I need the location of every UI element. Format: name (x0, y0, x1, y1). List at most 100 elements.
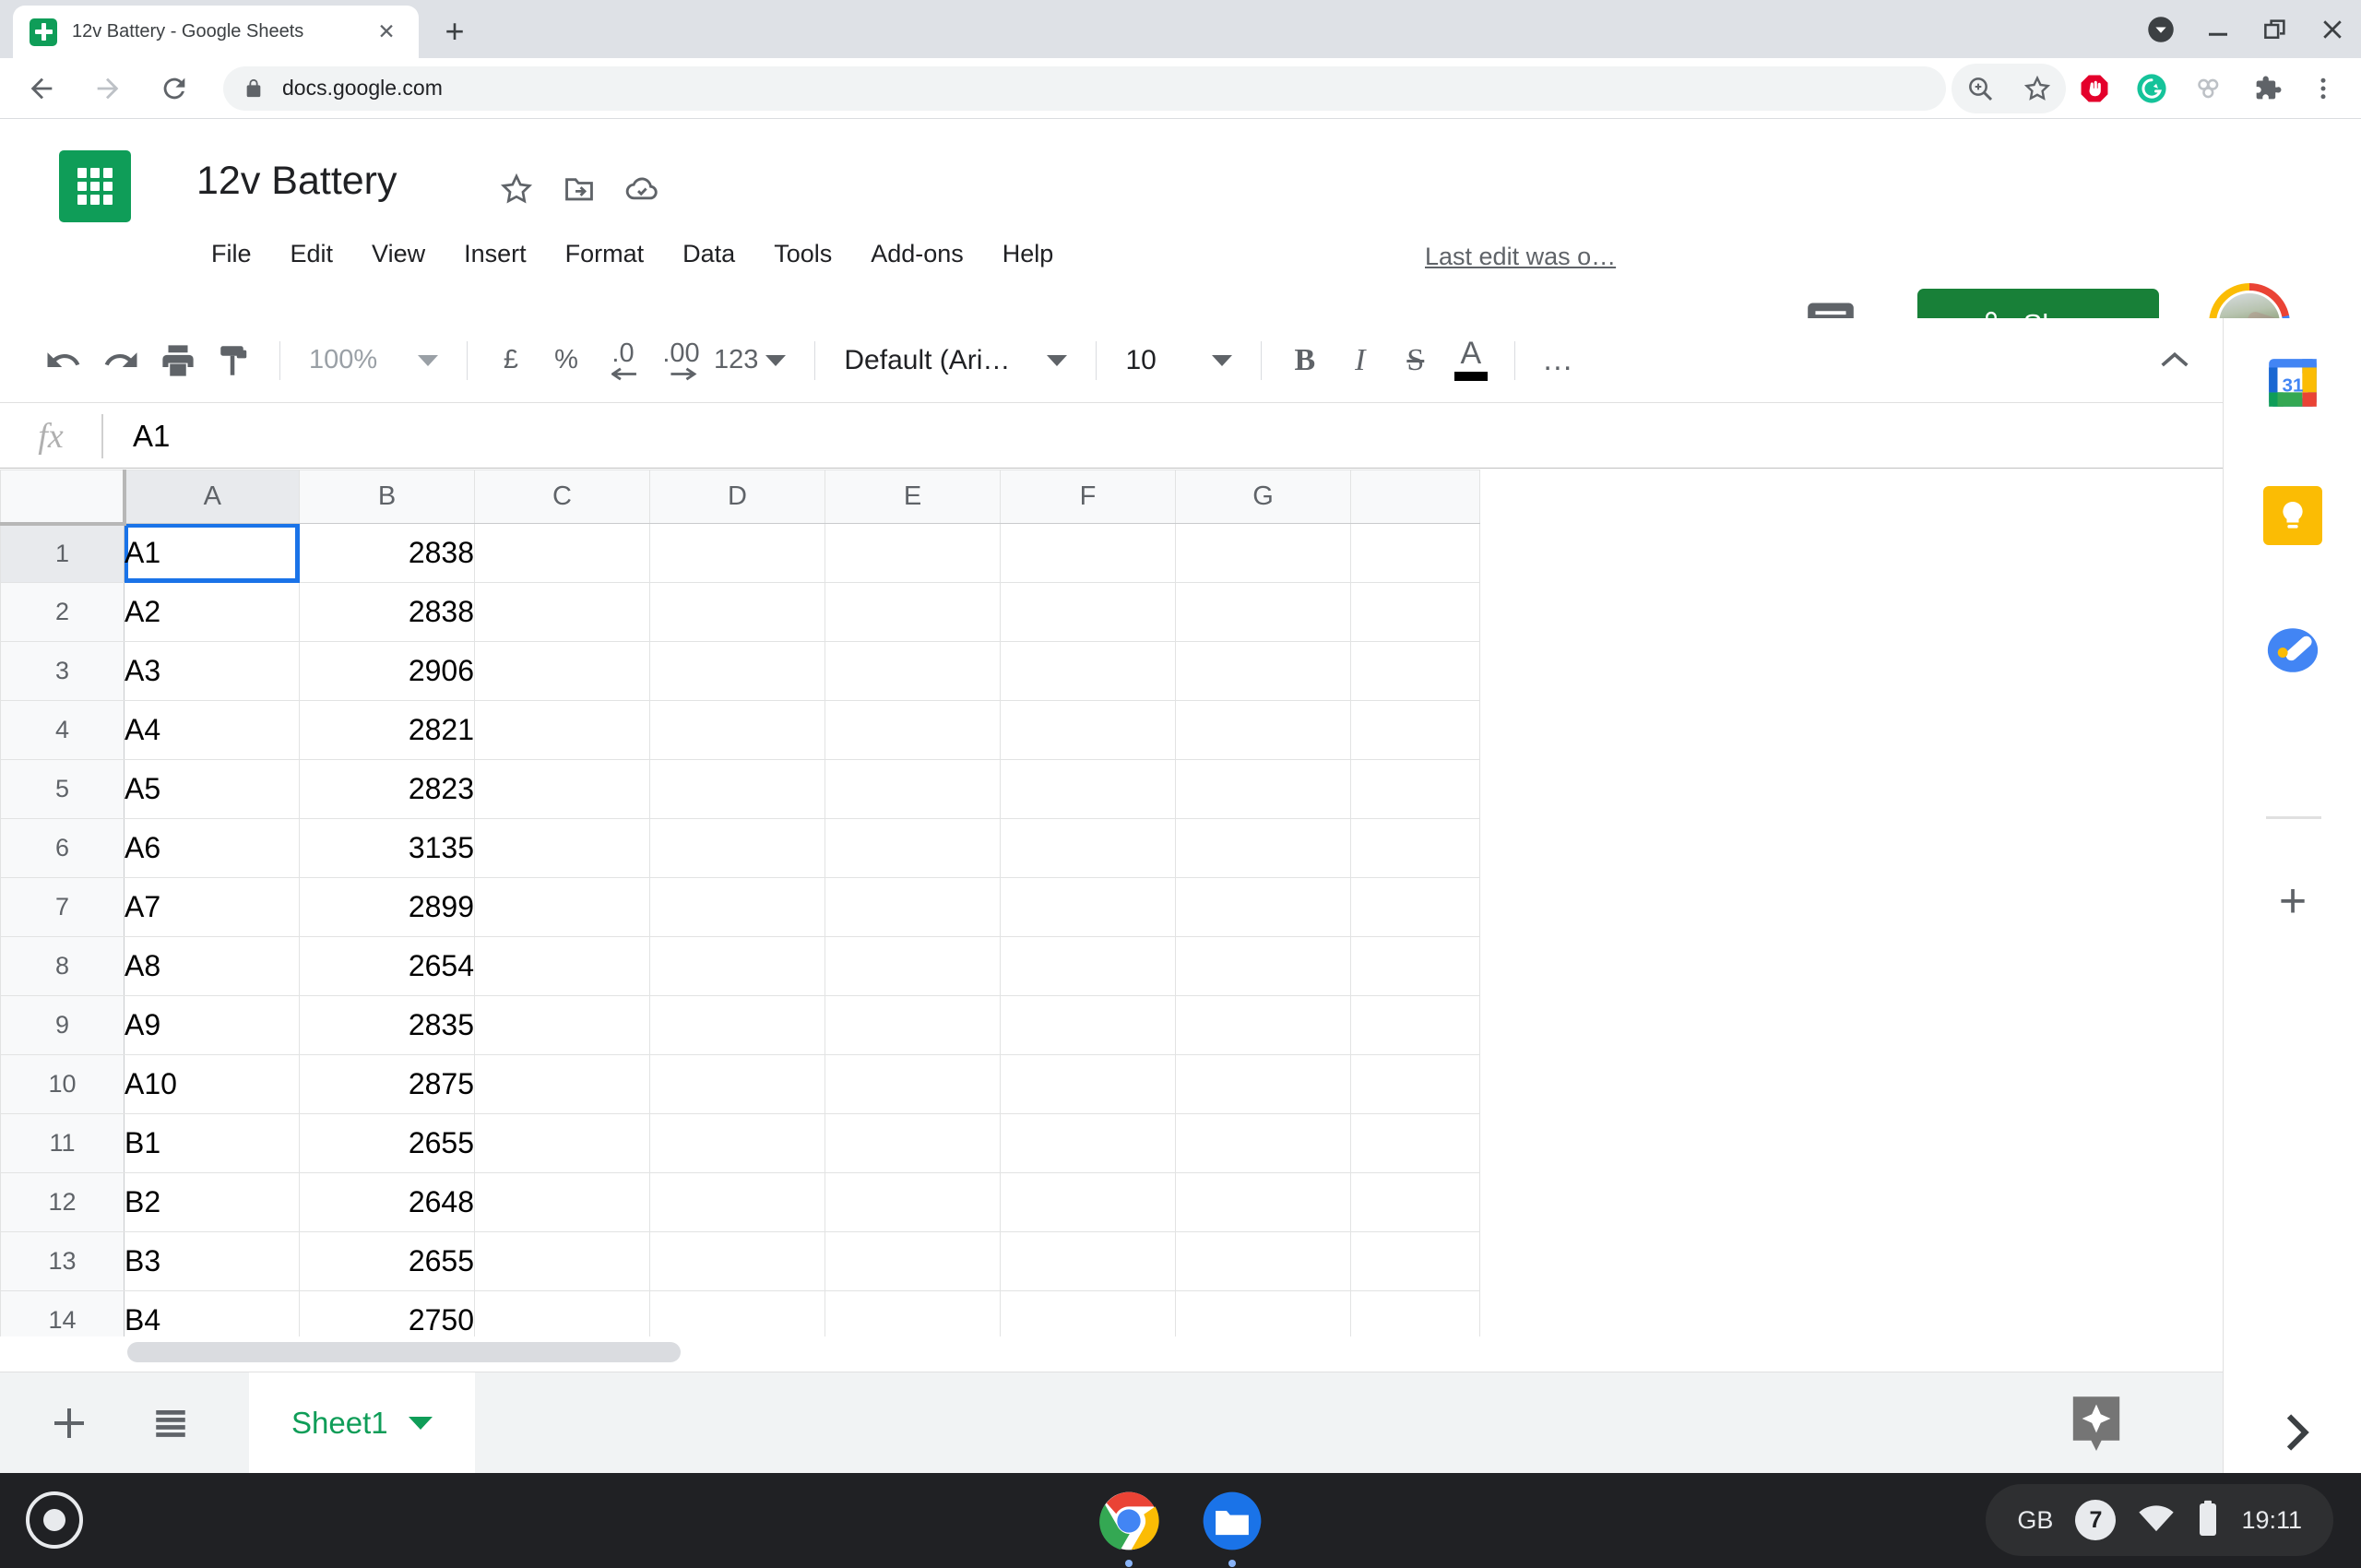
menu-data[interactable]: Data (663, 232, 754, 276)
cell-E11[interactable] (825, 1113, 1001, 1173)
add-side-panel-app-button[interactable]: + (2263, 872, 2322, 931)
cell-A5[interactable]: A5 (124, 759, 300, 819)
cell-F4[interactable] (1000, 700, 1176, 760)
cell-G14[interactable] (1175, 1290, 1351, 1336)
cell-C4[interactable] (474, 700, 650, 760)
cell-overflow-14[interactable] (1350, 1290, 1480, 1336)
column-header-a[interactable]: A (124, 469, 300, 524)
more-formats-button[interactable]: 123 (710, 333, 799, 388)
decrease-decimal-button[interactable]: .0 (594, 333, 652, 388)
cell-A11[interactable]: B1 (124, 1113, 300, 1173)
cell-E3[interactable] (825, 641, 1001, 701)
row-header-8[interactable]: 8 (0, 936, 125, 996)
cell-E7[interactable] (825, 877, 1001, 937)
cell-G8[interactable] (1175, 936, 1351, 996)
add-sheet-button[interactable] (37, 1391, 101, 1455)
row-header-6[interactable]: 6 (0, 818, 125, 878)
column-header-f[interactable]: F (1000, 469, 1176, 524)
font-family-selector[interactable]: Default (Ari… (831, 333, 1080, 388)
cell-A3[interactable]: A3 (124, 641, 300, 701)
cell-E12[interactable] (825, 1172, 1001, 1232)
puzzle-extensions-icon[interactable] (2237, 64, 2295, 113)
row-header-3[interactable]: 3 (0, 641, 125, 701)
row-header-9[interactable]: 9 (0, 995, 125, 1055)
cell-G7[interactable] (1175, 877, 1351, 937)
cell-B13[interactable]: 2655 (299, 1231, 475, 1291)
launcher-icon[interactable] (26, 1491, 83, 1549)
more-toolbar-options-button[interactable]: … (1531, 333, 1586, 388)
collapse-toolbar-icon[interactable] (2147, 333, 2202, 388)
cell-B2[interactable]: 2838 (299, 582, 475, 642)
italic-button[interactable]: I (1333, 333, 1388, 388)
cell-D11[interactable] (649, 1113, 825, 1173)
cell-B9[interactable]: 2835 (299, 995, 475, 1055)
cell-C12[interactable] (474, 1172, 650, 1232)
cell-overflow-1[interactable] (1350, 523, 1480, 583)
row-header-1[interactable]: 1 (0, 523, 125, 583)
cell-A9[interactable]: A9 (124, 995, 300, 1055)
cell-F14[interactable] (1000, 1290, 1176, 1336)
cell-C13[interactable] (474, 1231, 650, 1291)
horizontal-scroll-thumb[interactable] (127, 1342, 681, 1362)
menu-file[interactable]: File (192, 232, 271, 276)
profile-chip-icon[interactable] (2132, 0, 2189, 58)
menu-edit[interactable]: Edit (271, 232, 353, 276)
cell-B3[interactable]: 2906 (299, 641, 475, 701)
cell-E14[interactable] (825, 1290, 1001, 1336)
paint-format-icon[interactable] (207, 333, 264, 388)
expand-panel-icon[interactable] (2270, 1407, 2321, 1458)
cell-E9[interactable] (825, 995, 1001, 1055)
cell-D7[interactable] (649, 877, 825, 937)
cell-overflow-8[interactable] (1350, 936, 1480, 996)
cell-F8[interactable] (1000, 936, 1176, 996)
cell-F6[interactable] (1000, 818, 1176, 878)
cell-overflow-12[interactable] (1350, 1172, 1480, 1232)
reload-icon[interactable] (149, 64, 199, 113)
cell-C7[interactable] (474, 877, 650, 937)
cell-B1[interactable]: 2838 (299, 523, 475, 583)
cell-C2[interactable] (474, 582, 650, 642)
minimize-window-icon[interactable] (2189, 0, 2247, 58)
cell-C5[interactable] (474, 759, 650, 819)
cell-E13[interactable] (825, 1231, 1001, 1291)
google-tasks-icon[interactable] (2263, 621, 2322, 680)
cell-B12[interactable]: 2648 (299, 1172, 475, 1232)
formula-bar-input[interactable]: A1 (133, 419, 170, 454)
all-sheets-icon[interactable] (138, 1391, 203, 1455)
cell-G11[interactable] (1175, 1113, 1351, 1173)
cell-E5[interactable] (825, 759, 1001, 819)
column-header-partial[interactable] (1350, 469, 1480, 524)
cell-B14[interactable]: 2750 (299, 1290, 475, 1336)
browser-tab[interactable]: 12v Battery - Google Sheets ✕ (13, 6, 419, 58)
cell-D6[interactable] (649, 818, 825, 878)
document-title[interactable]: 12v Battery (196, 159, 397, 204)
cell-A12[interactable]: B2 (124, 1172, 300, 1232)
column-header-b[interactable]: B (299, 469, 475, 524)
grammarly-icon[interactable] (2123, 64, 2180, 113)
undo-icon[interactable] (35, 333, 92, 388)
cell-G2[interactable] (1175, 582, 1351, 642)
cell-F3[interactable] (1000, 641, 1176, 701)
cell-B6[interactable]: 3135 (299, 818, 475, 878)
cell-D14[interactable] (649, 1290, 825, 1336)
cell-A7[interactable]: A7 (124, 877, 300, 937)
cell-C10[interactable] (474, 1054, 650, 1114)
cell-F7[interactable] (1000, 877, 1176, 937)
redo-icon[interactable] (92, 333, 149, 388)
menu-help[interactable]: Help (983, 232, 1074, 276)
column-header-c[interactable]: C (474, 469, 650, 524)
text-color-button[interactable]: A (1443, 333, 1499, 388)
cloud-saved-icon[interactable] (623, 171, 660, 208)
cell-E4[interactable] (825, 700, 1001, 760)
cell-D3[interactable] (649, 641, 825, 701)
cell-D4[interactable] (649, 700, 825, 760)
cell-E1[interactable] (825, 523, 1001, 583)
cell-D8[interactable] (649, 936, 825, 996)
row-header-11[interactable]: 11 (0, 1113, 125, 1173)
cell-G13[interactable] (1175, 1231, 1351, 1291)
cell-overflow-4[interactable] (1350, 700, 1480, 760)
files-icon[interactable] (1201, 1490, 1264, 1552)
cell-A8[interactable]: A8 (124, 936, 300, 996)
cell-E2[interactable] (825, 582, 1001, 642)
cell-overflow-9[interactable] (1350, 995, 1480, 1055)
